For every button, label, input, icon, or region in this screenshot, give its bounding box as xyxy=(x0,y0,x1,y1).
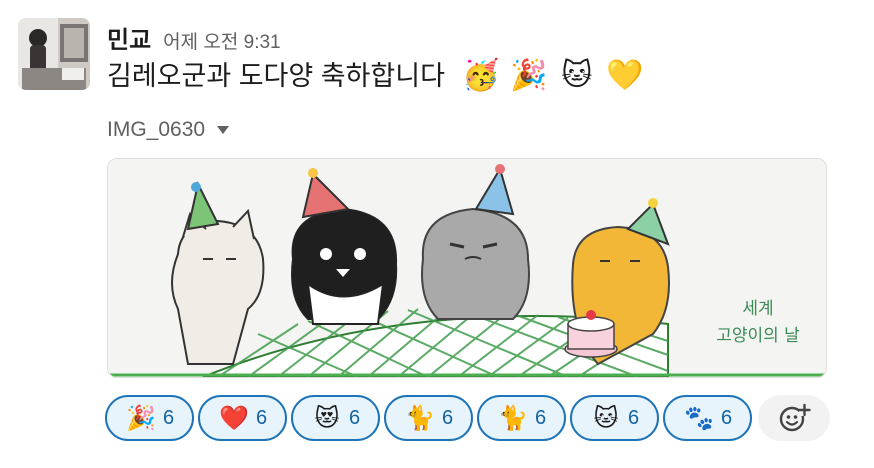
party-popper-icon: 🎉 xyxy=(125,404,156,432)
message-text: 김레오군과 도다양 축하합니다 xyxy=(107,61,445,91)
yellow-heart-emoji[interactable]: 💛 xyxy=(605,58,645,94)
reaction-count: 6 xyxy=(441,406,454,429)
attachment-image[interactable]: 세계 고양이의 날 xyxy=(107,158,827,378)
reaction-black-cat[interactable]: 🐈 6 xyxy=(384,395,473,441)
heart-eyes-cat-icon: 😻 xyxy=(314,404,340,432)
partying-face-emoji[interactable]: 🥳 xyxy=(461,58,501,94)
reaction-cat[interactable]: 🐈 6 xyxy=(477,395,566,441)
cat-face-icon: 🐱 xyxy=(593,404,619,432)
reaction-count: 6 xyxy=(255,406,268,429)
party-popper-emoji[interactable]: 🎉 xyxy=(509,58,549,94)
reaction-count: 6 xyxy=(534,406,547,429)
image-text-line1: 세계 xyxy=(742,299,773,319)
cat-icon: 🐈 xyxy=(497,404,528,432)
reaction-red-heart[interactable]: ❤️ 6 xyxy=(198,395,287,441)
avatar-photo xyxy=(18,18,90,90)
black-cat-icon: 🐈 xyxy=(404,404,435,432)
image-text-line2: 고양이의 날 xyxy=(716,326,800,346)
reaction-count: 6 xyxy=(162,406,175,429)
reaction-count: 6 xyxy=(720,406,733,429)
chevron-down-icon[interactable] xyxy=(217,126,230,134)
reaction-bar: 🎉 6 ❤️ 6 😻 6 🐈 6 🐈 6 🐱 6 🐾 6 xyxy=(105,395,830,441)
message-body: 김레오군과 도다양 축하합니다 🥳 🎉 🐱 💛 xyxy=(107,58,645,94)
cats-party-illustration: 세계 고양이의 날 xyxy=(108,159,826,377)
reaction-cat-face[interactable]: 🐱 6 xyxy=(570,395,659,441)
add-reaction-icon xyxy=(779,403,811,432)
add-reaction-button[interactable] xyxy=(758,395,830,441)
cat-face-emoji[interactable]: 🐱 xyxy=(557,58,597,94)
red-heart-icon: ❤️ xyxy=(218,404,249,432)
reaction-count: 6 xyxy=(627,406,640,429)
reaction-paw-prints[interactable]: 🐾 6 xyxy=(663,395,752,441)
message-header: 민교 어제 오전 9:31 xyxy=(107,20,281,55)
author-name[interactable]: 민교 xyxy=(107,20,151,55)
message-avatar[interactable] xyxy=(18,18,90,90)
reaction-heart-eyes-cat[interactable]: 😻 6 xyxy=(291,395,380,441)
reaction-party-popper[interactable]: 🎉 6 xyxy=(105,395,194,441)
attachment-header[interactable]: IMG_0630 xyxy=(107,118,230,142)
reaction-count: 6 xyxy=(348,406,361,429)
paw-prints-icon: 🐾 xyxy=(683,404,714,432)
message-timestamp[interactable]: 어제 오전 9:31 xyxy=(163,27,280,54)
attachment-file-name[interactable]: IMG_0630 xyxy=(107,118,205,142)
